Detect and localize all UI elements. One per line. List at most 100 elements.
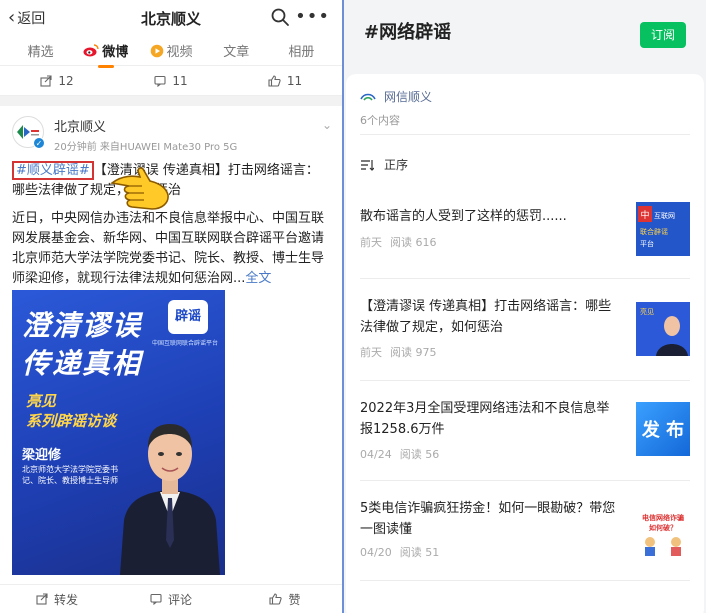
like-count: 11 — [286, 73, 303, 88]
profile-tabs: 精选 微博 视频 文章 相册 — [0, 36, 342, 68]
repost-label: 转发 — [53, 592, 78, 607]
comment-icon — [150, 593, 162, 605]
article-thumbnail: 发 布 — [636, 402, 690, 456]
share-icon — [40, 74, 52, 87]
article-thumbnail: 亮见 — [636, 302, 690, 356]
article-item[interactable]: 2022年3月全国受理网络违法和不良信息举报1258.6万件 04/24 阅读 5… — [360, 398, 690, 484]
poster-person-name: 梁迎修 — [22, 448, 62, 463]
article-title: 2022年3月全国受理网络违法和不良信息举报1258.6万件 — [360, 401, 610, 437]
thumbs-up-icon — [268, 74, 281, 87]
tab-video[interactable]: 视频 — [138, 41, 203, 60]
page-title: 北京顺义 — [140, 10, 201, 28]
avatar[interactable]: ✓ — [12, 116, 45, 149]
tab-label: 视频 — [166, 45, 193, 60]
divider — [360, 278, 690, 279]
svg-text:中: 中 — [640, 209, 649, 221]
svg-text:发 布: 发 布 — [641, 419, 684, 441]
article-item[interactable]: 【澄清谬误 传递真相】打击网络谣言：哪些法律做了规定，如何惩治 前天 阅读 975… — [360, 296, 690, 382]
verified-badge-icon: ✓ — [33, 137, 45, 149]
weibo-logo-icon — [83, 44, 99, 57]
thumbnail-image: 中 互联网 联合辟谣 平台 — [636, 202, 690, 256]
post-device: 来自HUAWEI Mate30 Pro 5G — [99, 142, 238, 153]
svg-text:如何破？: 如何破？ — [649, 523, 677, 532]
tab-weibo[interactable]: 微博 — [73, 41, 138, 68]
article-date: 前天 — [360, 236, 382, 249]
tab-label: 精选 — [27, 45, 54, 60]
hashtag-link[interactable]: #顺义辟谣# — [12, 161, 94, 180]
author-row: ✓ 北京顺义 20分钟前 来自HUAWEI Mate30 Pro 5G — [12, 116, 330, 153]
pointing-hand-icon — [110, 167, 169, 210]
like-stat[interactable]: 11 — [228, 74, 342, 88]
article-title: 5类电信诈骗疯狂捞金！如何一眼勘破？带您一图读懂 — [360, 501, 616, 537]
post-image[interactable]: 澄清谬误 传递真相 辟谣 中国互联网联合辟谣平台 亮见 系列辟谣访谈 梁迎修 北… — [12, 290, 225, 575]
svg-text:联合辟谣: 联合辟谣 — [640, 227, 668, 236]
comment-stat[interactable]: 11 — [114, 74, 228, 88]
sort-label: 正序 — [384, 158, 409, 172]
wangxin-logo-icon — [360, 93, 376, 101]
like-button[interactable]: 赞 — [228, 591, 342, 608]
article-date: 04/20 — [360, 546, 392, 559]
article-title: 【澄清谬误 传递真相】打击网络谣言：哪些法律做了规定，如何惩治 — [360, 299, 612, 335]
svg-text:平台: 平台 — [640, 239, 654, 248]
tab-featured[interactable]: 精选 — [8, 41, 73, 60]
svg-text:互联网: 互联网 — [654, 211, 675, 220]
full-text-link[interactable]: 全文 — [245, 271, 271, 286]
article-reads: 阅读 56 — [399, 448, 440, 461]
post-meta: 20分钟前 来自HUAWEI Mate30 Pro 5G — [54, 138, 237, 153]
search-icon[interactable] — [270, 7, 290, 27]
divider — [360, 134, 690, 135]
poster-person-title: 北京师范大学法学院党委书记、院长、教授博士生导师 — [22, 465, 118, 485]
content-count: 6个内容 — [360, 114, 400, 127]
topic-panel: #网络辟谣 订阅 网信顺义 6个内容 正序 散布谣言的人受到了这样的惩罚....… — [344, 0, 706, 613]
topic-title: #网络辟谣 — [364, 22, 452, 43]
comment-icon — [154, 75, 166, 87]
sort-order-toggle[interactable]: 正序 — [360, 156, 408, 173]
share-stat[interactable]: 12 — [0, 74, 114, 88]
weibo-topbar: ‹ 返回 北京顺义 ••• — [0, 0, 342, 36]
poster-series2: 系列辟谣访谈 — [26, 412, 117, 430]
divider — [360, 580, 690, 581]
comment-label: 评论 — [167, 592, 192, 607]
thumbnail-image: 发 布 — [636, 402, 690, 456]
article-item[interactable]: 5类电信诈骗疯狂捞金！如何一眼勘破？带您一图读懂 04/20 阅读 51 电信网络… — [360, 498, 690, 584]
article-reads: 阅读 616 — [390, 236, 437, 249]
poster-line2: 传递真相 — [22, 347, 143, 380]
article-date: 前天 — [360, 346, 382, 359]
author-name[interactable]: 北京顺义 — [54, 116, 237, 135]
tab-articles[interactable]: 文章 — [204, 41, 269, 60]
like-label: 赞 — [288, 592, 301, 607]
article-meta: 前天 阅读 975 — [360, 344, 437, 360]
post-actions: 转发 评论 赞 — [0, 584, 342, 613]
post-headline: #顺义辟谣# 【澄清谬误 传递真相】打击网络谣言：哪些法律做了规定，如何惩治 — [12, 161, 330, 210]
article-meta: 04/20 阅读 51 — [360, 544, 439, 560]
share-icon — [36, 593, 48, 605]
subscribe-button[interactable]: 订阅 — [640, 22, 686, 48]
article-meta: 前天 阅读 616 — [360, 234, 437, 250]
more-icon[interactable]: ••• — [295, 6, 330, 27]
article-reads: 阅读 975 — [390, 346, 437, 359]
speaker-portrait-icon — [120, 424, 220, 575]
poster-org: 中国互联网联合辟谣平台 — [152, 340, 219, 347]
source-name: 网信顺义 — [384, 90, 433, 104]
source-account[interactable]: 网信顺义 — [360, 88, 432, 105]
repost-button[interactable]: 转发 — [0, 591, 114, 608]
comment-button[interactable]: 评论 — [114, 591, 228, 608]
share-count: 12 — [58, 73, 74, 88]
poster-logo: 辟谣 — [168, 300, 208, 334]
topic-header: #网络辟谣 订阅 — [344, 0, 706, 72]
post-body: 近日，中央网信办违法和不良信息举报中心、中国互联网发展基金会、新华网、中国互联网… — [12, 209, 330, 289]
thumbs-up-icon — [269, 593, 283, 605]
article-title: 散布谣言的人受到了这样的惩罚...... — [360, 209, 567, 224]
chevron-down-icon[interactable]: ⌄ — [322, 118, 332, 132]
weibo-panel: ‹ 返回 北京顺义 ••• 精选 微博 视频 文章 相册 12 11 11 ✓ … — [0, 0, 342, 613]
post-time: 20分钟前 — [54, 142, 97, 153]
svg-text:亮见: 亮见 — [640, 307, 654, 316]
comment-count: 11 — [172, 73, 188, 88]
svg-text:电信网络诈骗: 电信网络诈骗 — [642, 513, 684, 522]
poster-line1: 澄清谬误 — [22, 309, 143, 342]
tab-album[interactable]: 相册 — [269, 41, 334, 60]
tab-label: 文章 — [223, 45, 250, 60]
article-item[interactable]: 散布谣言的人受到了这样的惩罚...... 前天 阅读 616 中 互联网 联合辟谣… — [360, 202, 690, 278]
author-info: 北京顺义 20分钟前 来自HUAWEI Mate30 Pro 5G — [54, 116, 237, 153]
thumbnail-image: 亮见 — [636, 302, 690, 356]
